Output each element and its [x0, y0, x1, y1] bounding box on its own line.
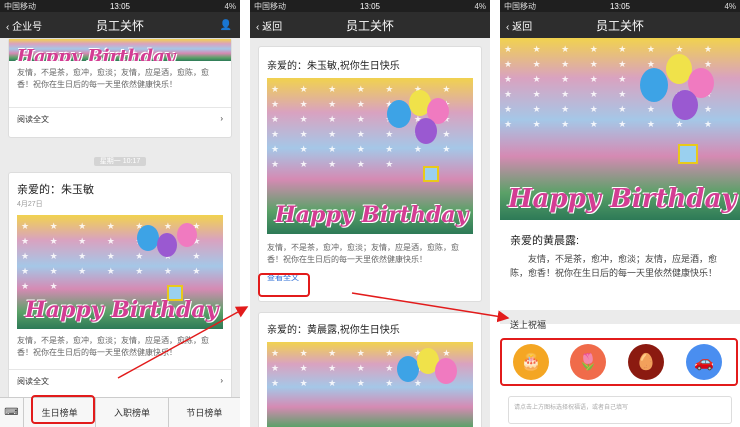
user-icon[interactable]: 👤: [220, 20, 232, 31]
card-title: 亲爱的：朱玉敏,祝你生日快乐: [267, 61, 400, 72]
highlight-box: [31, 395, 95, 424]
phone-panel-detail: 中国移动 13:05 4% ‹ 返回 员工关怀 ★ ★ ★ ★ ★ ★ ★ ★ …: [500, 0, 740, 427]
easter-egg-icon[interactable]: 🥚: [628, 344, 664, 380]
status-bar: 中国移动 13:05 4%: [500, 0, 740, 12]
birthday-image: Happy Birthday: [9, 39, 231, 61]
car-icon[interactable]: 🚗: [686, 344, 722, 380]
read-more-link[interactable]: 阅读全文 ›: [9, 107, 231, 131]
keyboard-icon[interactable]: ⌨: [0, 398, 24, 427]
page-title: 员工关怀: [595, 18, 644, 33]
birthday-image: ★ ★ ★ ★ ★ ★ ★ ★ ★ ★ ★ ★ ★ ★ ★ ★ ★ ★ ★ ★: [267, 342, 473, 427]
phone-panel-list-detail: 中国移动 13:05 4% ‹ 返回 员工关怀 亲爱的：朱玉敏,祝你生日快乐 ★…: [250, 0, 490, 427]
status-bar: 中国移动 13:05 4%: [0, 0, 240, 12]
tulip-icon[interactable]: 🌷: [570, 344, 606, 380]
birthday-image: ★ ★ ★ ★ ★ ★ ★ ★ ★ ★ ★ ★ ★ ★ ★ ★ ★ ★ ★ ★ …: [267, 78, 473, 234]
status-time: 13:05: [359, 1, 381, 11]
status-time: 13:05: [109, 1, 131, 11]
greeting: 亲爱的黄晨露:: [510, 235, 580, 247]
tab-holiday-list[interactable]: 节日榜单: [169, 398, 240, 427]
blessing-input[interactable]: 请点击上方图标选择祝福语，或者自己填写: [508, 396, 732, 424]
card-text: 友情，不是茶，愈冲，愈淡；友情，应是酒，愈陈，愈香！祝你在生日后的每一天里依然健…: [17, 68, 209, 89]
birthday-image: ★ ★ ★ ★ ★ ★ ★ ★ ★ ★ ★ ★ ★ ★ ★ ★ ★ ★ ★ ★ …: [17, 215, 223, 329]
send-blessing-label: 送上祝福: [510, 320, 547, 330]
status-time: 13:05: [609, 1, 631, 11]
read-more-link[interactable]: 阅读全文 ›: [9, 369, 231, 393]
message-body: 友情，不是茶，愈冲，愈淡；友情，应是酒，愈陈，愈香！祝你在生日后的每一天里依然健…: [510, 254, 718, 278]
card-text: 友情，不是茶，愈冲，愈淡；友情，应是酒，愈陈，愈香！祝你在生日后的每一天里依然健…: [17, 336, 209, 357]
message-card-zhu[interactable]: 亲爱的：朱玉敏,祝你生日快乐 ★ ★ ★ ★ ★ ★ ★ ★ ★ ★ ★ ★ ★…: [258, 46, 482, 302]
nav-bar: ‹ 返回 员工关怀: [500, 12, 740, 38]
card-text: 友情，不是茶，愈冲，愈淡；友情，应是酒，愈陈，愈香！祝你在生日后的每一天里依然健…: [267, 243, 459, 264]
nav-bar: ‹ 企业号 员工关怀 👤: [0, 12, 240, 38]
card-date: 4月27日: [17, 201, 43, 208]
message-card-huang[interactable]: 亲爱的：黄晨露,祝你生日快乐 ★ ★ ★ ★ ★ ★ ★ ★ ★ ★ ★ ★ ★…: [258, 312, 482, 427]
card-title: 亲爱的：黄晨露,祝你生日快乐: [267, 325, 400, 336]
nav-bar: ‹ 返回 员工关怀: [250, 12, 490, 38]
status-bar: 中国移动 13:05 4%: [250, 0, 490, 12]
card-title: 亲爱的：朱玉敏: [17, 184, 94, 196]
time-separator: 星期一 10:17: [0, 150, 240, 168]
highlight-box: [258, 273, 310, 297]
page-title: 员工关怀: [345, 18, 394, 33]
back-button[interactable]: ‹ 返回: [250, 18, 282, 33]
message-card-birthday[interactable]: 亲爱的：朱玉敏 4月27日 ★ ★ ★ ★ ★ ★ ★ ★ ★ ★ ★ ★ ★ …: [8, 172, 232, 402]
cake-icon[interactable]: 🎂: [513, 344, 549, 380]
phone-panel-list: 中国移动 13:05 4% ‹ 企业号 员工关怀 👤 Happy Birthda…: [0, 0, 240, 427]
back-button[interactable]: ‹ 返回: [500, 18, 532, 33]
message-card-previous[interactable]: Happy Birthday 友情，不是茶，愈冲，愈淡；友情，应是酒，愈陈，愈香…: [8, 38, 232, 138]
back-button[interactable]: ‹ 企业号: [0, 18, 42, 33]
birthday-image: ★ ★ ★ ★ ★ ★ ★ ★ ★ ★ ★ ★ ★ ★ ★ ★ ★ ★ ★ ★ …: [500, 38, 740, 220]
tab-onboarding-list[interactable]: 入职榜单: [96, 398, 169, 427]
